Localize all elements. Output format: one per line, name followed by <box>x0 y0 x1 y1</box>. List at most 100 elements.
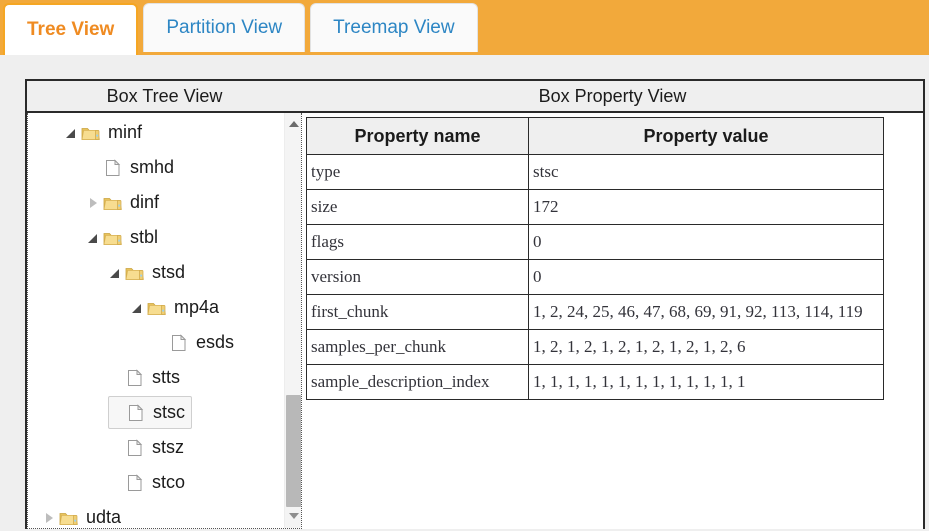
file-icon <box>124 472 146 494</box>
twisty-placeholder <box>108 475 124 491</box>
tree-node-label: stbl <box>130 227 159 247</box>
box-tree-view-header: Box Tree View <box>106 85 223 106</box>
property-value-cell: 1, 1, 1, 1, 1, 1, 1, 1, 1, 1, 1, 1, 1 <box>528 364 884 400</box>
scrollbar-thumb[interactable] <box>286 395 301 508</box>
column-header-property-name: Property name <box>306 117 529 155</box>
tree-node-label: esds <box>196 332 235 352</box>
property-name-cell: size <box>306 189 529 225</box>
tree-node-hit-area[interactable]: mp4a <box>130 291 225 324</box>
tree-node-label: minf <box>108 122 143 142</box>
property-row: flags 0 <box>306 224 884 260</box>
tree-node-hit-area[interactable]: stsc <box>108 396 193 429</box>
scroll-up-arrow-icon[interactable] <box>285 115 301 132</box>
property-table: Property name Property value type stsc siz… <box>306 117 884 400</box>
property-row: samples_per_chunk 1, 2, 1, 2, 1, 2, 1, 2,… <box>306 329 884 365</box>
tree-node-stco[interactable]: stco <box>28 465 285 500</box>
twisty-placeholder <box>108 370 124 386</box>
property-name-cell: version <box>306 259 529 295</box>
chevron-right-icon[interactable] <box>86 195 102 211</box>
tree-node-hit-area[interactable]: smhd <box>86 151 180 184</box>
panel-body: minf smhd dinf stbl stsd mp4a esds stts stsc stsz… <box>27 113 923 529</box>
chevron-down-icon[interactable] <box>108 265 124 281</box>
box-property-view-header: Box Property View <box>538 85 687 106</box>
twisty-placeholder <box>152 335 168 351</box>
tree-node-stsz[interactable]: stsz <box>28 430 285 465</box>
tree-node-stsd[interactable]: stsd <box>28 255 285 290</box>
tab-label: Treemap View <box>333 17 455 38</box>
property-row: version 0 <box>306 259 884 295</box>
tree-node-label: dinf <box>130 192 160 212</box>
chevron-down-icon[interactable] <box>86 230 102 246</box>
folder-icon <box>80 122 102 144</box>
file-icon <box>102 157 124 179</box>
tab-strip: Tree View Partition View Treemap View <box>0 3 478 55</box>
tree-node-hit-area[interactable]: stbl <box>86 221 164 254</box>
tree-node-hit-area[interactable]: minf <box>64 116 148 149</box>
property-row: type stsc <box>306 154 884 190</box>
tree-node-dinf[interactable]: dinf <box>28 185 285 220</box>
tree-node-udta[interactable]: udta <box>28 500 285 529</box>
tab-label: Tree View <box>27 19 115 40</box>
property-table-body: type stsc size 172 flags 0 version 0 first_chunk… <box>306 154 884 400</box>
property-value-cell: stsc <box>528 154 884 190</box>
column-header-property-value: Property value <box>528 117 884 155</box>
twisty-placeholder <box>108 440 124 456</box>
tree-node-hit-area[interactable]: stsz <box>108 431 190 464</box>
tab-treemap-view[interactable]: Treemap View <box>310 3 478 52</box>
tree-node-minf[interactable]: minf <box>28 115 285 150</box>
tree-node-hit-area[interactable]: udta <box>42 501 127 529</box>
tree-node-label: stsc <box>153 402 186 422</box>
main-frame: Box Tree View Box Property View minf smhd… <box>25 79 925 529</box>
chevron-down-icon[interactable] <box>130 300 146 316</box>
folder-icon <box>58 507 80 529</box>
tree-node-hit-area[interactable]: stsd <box>108 256 191 289</box>
property-value-cell: 172 <box>528 189 884 225</box>
tree-node-stbl[interactable]: stbl <box>28 220 285 255</box>
tree-node-label: mp4a <box>174 297 220 317</box>
file-icon <box>124 367 146 389</box>
tab-label: Partition View <box>166 17 283 38</box>
tab-tree-view[interactable]: Tree View <box>3 3 139 55</box>
property-table-header-row: Property name Property value <box>306 117 884 155</box>
tree-node-stts[interactable]: stts <box>28 360 285 395</box>
chevron-down-icon[interactable] <box>64 125 80 141</box>
property-name-cell: sample_description_index <box>306 364 529 400</box>
box-tree-panel[interactable]: minf smhd dinf stbl stsd mp4a esds stts stsc stsz… <box>27 113 302 529</box>
tree-node-label: stts <box>152 367 181 387</box>
tree-vertical-scrollbar[interactable] <box>284 113 301 528</box>
twisty-placeholder <box>86 160 102 176</box>
property-value-cell: 0 <box>528 224 884 260</box>
file-icon <box>168 332 190 354</box>
file-icon <box>124 437 146 459</box>
tree-node-esds[interactable]: esds <box>28 325 285 360</box>
folder-icon <box>102 227 124 249</box>
file-icon <box>125 402 147 424</box>
folder-icon <box>102 192 124 214</box>
tree-node-smhd[interactable]: smhd <box>28 150 285 185</box>
property-name-cell: first_chunk <box>306 294 529 330</box>
property-name-cell: flags <box>306 224 529 260</box>
scroll-down-arrow-icon[interactable] <box>285 507 301 524</box>
tree-node-label: stsz <box>152 437 185 457</box>
tree-node-hit-area[interactable]: stco <box>108 466 191 499</box>
chevron-right-icon[interactable] <box>42 510 58 526</box>
box-property-panel: Property name Property value type stsc siz… <box>302 113 923 529</box>
tree-node-label: udta <box>86 507 122 527</box>
tree-node-hit-area[interactable]: esds <box>152 326 240 359</box>
folder-icon <box>146 297 168 319</box>
tree-node-hit-area[interactable]: stts <box>108 361 186 394</box>
property-name-cell: samples_per_chunk <box>306 329 529 365</box>
property-row: size 172 <box>306 189 884 225</box>
tree-node-hit-area[interactable]: dinf <box>86 186 165 219</box>
property-row: sample_description_index 1, 1, 1, 1, 1, 1… <box>306 364 884 400</box>
property-value-cell: 1, 2, 24, 25, 46, 47, 68, 69, 91, 92, 11… <box>528 294 884 330</box>
tree-node-list: minf smhd dinf stbl stsd mp4a esds stts stsc stsz… <box>28 113 285 528</box>
tree-node-label: smhd <box>130 157 175 177</box>
property-row: first_chunk 1, 2, 24, 25, 46, 47, 68, 69,… <box>306 294 884 330</box>
folder-icon <box>124 262 146 284</box>
property-name-cell: type <box>306 154 529 190</box>
tree-node-stsc[interactable]: stsc <box>28 395 285 430</box>
property-value-cell: 0 <box>528 259 884 295</box>
tree-node-mp4a[interactable]: mp4a <box>28 290 285 325</box>
tab-partition-view[interactable]: Partition View <box>143 3 306 52</box>
